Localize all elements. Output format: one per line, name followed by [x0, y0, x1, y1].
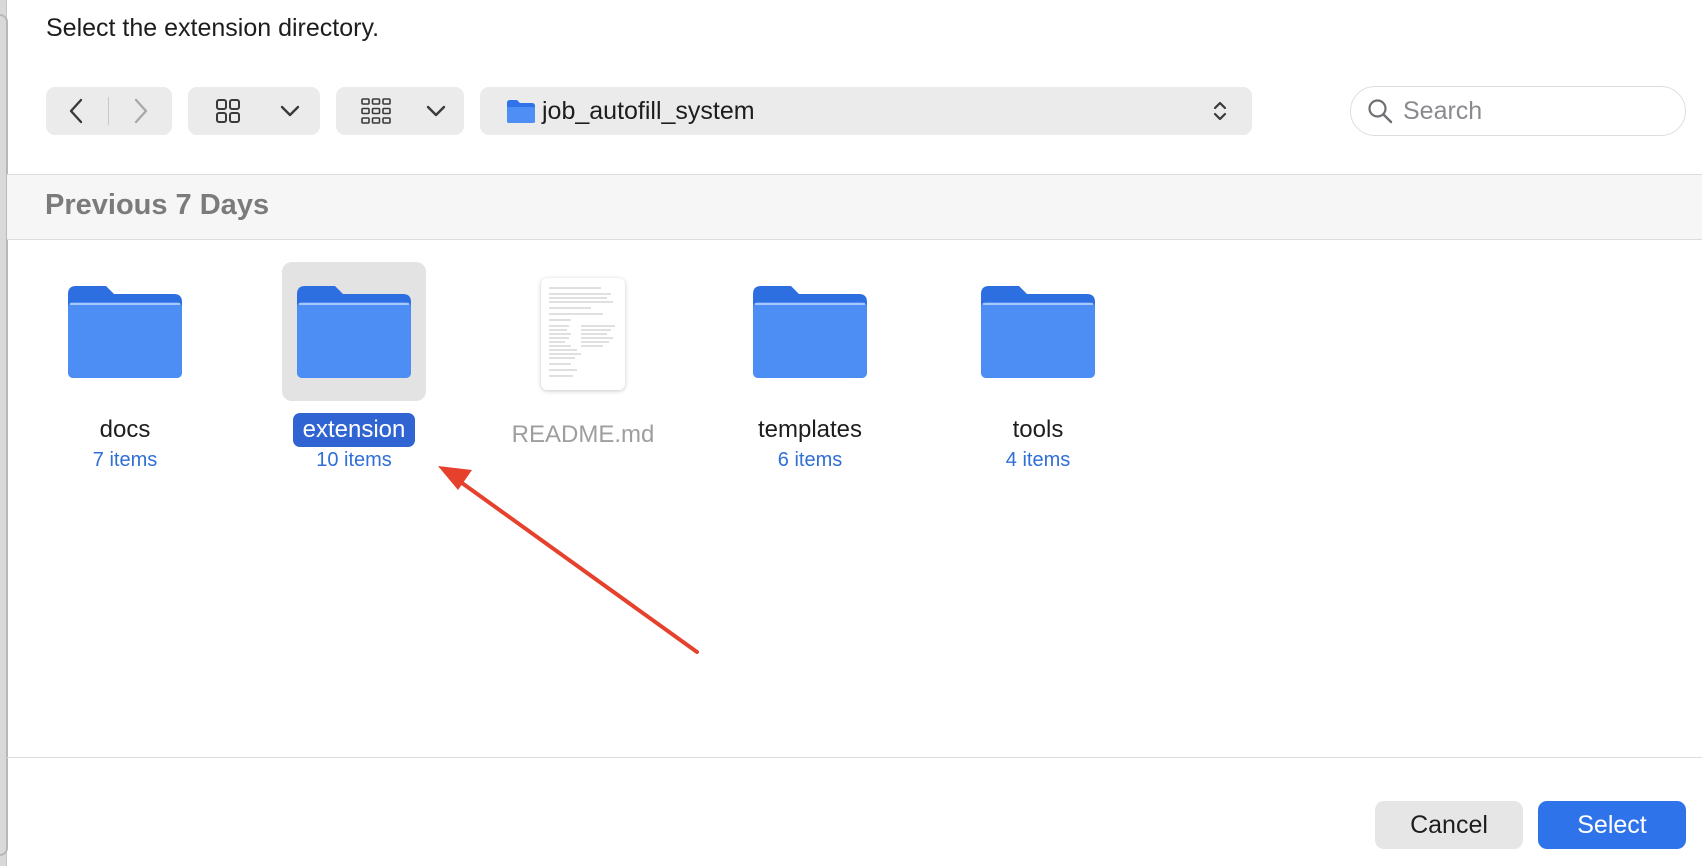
- footer-separator: [7, 757, 1702, 758]
- select-button[interactable]: Select: [1538, 801, 1686, 849]
- cancel-button[interactable]: Cancel: [1375, 801, 1523, 849]
- annotation-arrow-icon: [438, 466, 699, 654]
